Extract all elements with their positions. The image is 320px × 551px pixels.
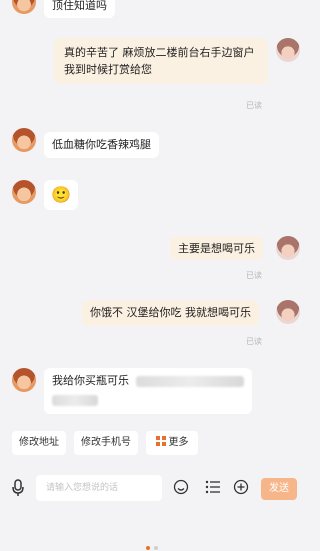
plus-circle-icon[interactable] [233, 479, 249, 495]
quick-reply-label: 修改地址 [19, 437, 59, 448]
quick-reply-label: 更多 [168, 437, 189, 448]
send-button[interactable]: 发送 [261, 478, 297, 500]
avatar[interactable] [12, 0, 36, 14]
message-bubble: 主要是想喝可乐 [170, 236, 263, 260]
list-icon[interactable] [205, 480, 221, 494]
chat-screen: 顶住知道吗 真的辛苦了 麻烦放二楼前台右手边窗户 我到时候打赏给您 已读 低血糖… [0, 0, 304, 551]
quick-reply-more[interactable]: 更多 [146, 431, 198, 455]
message-bubble: 你饿不 汉堡给你吃 我就想喝可乐 [82, 300, 259, 326]
avatar[interactable] [276, 236, 300, 260]
microphone-icon[interactable] [11, 479, 25, 497]
emoji-icon[interactable] [173, 479, 189, 495]
blurred-text [52, 395, 98, 406]
emoji-bubble: 🙂 [44, 180, 78, 210]
blurred-text [136, 376, 244, 387]
avatar[interactable] [276, 300, 300, 324]
read-receipt: 已读 [246, 271, 262, 280]
read-receipt: 已读 [246, 337, 262, 346]
message-bubble: 低血糖你吃香辣鸡腿 [44, 132, 159, 158]
message-bubble: 我给你买瓶可乐 [44, 368, 252, 414]
avatar[interactable] [276, 38, 300, 62]
quick-reply-edit-phone[interactable]: 修改手机号 [74, 431, 138, 455]
message-input[interactable]: 请输入您想说的话 [36, 475, 162, 501]
message-text: 我给你买瓶可乐 [52, 374, 129, 387]
avatar[interactable] [12, 180, 36, 204]
avatar[interactable] [12, 368, 36, 392]
page-indicator [154, 546, 158, 550]
message-list[interactable]: 顶住知道吗 真的辛苦了 麻烦放二楼前台右手边窗户 我到时候打赏给您 已读 低血糖… [0, 0, 304, 420]
quick-reply-label: 修改手机号 [81, 437, 131, 448]
message-bubble: 顶住知道吗 [44, 0, 115, 18]
input-bar: 请输入您想说的话 发送 [0, 470, 304, 506]
page-indicator-active [146, 546, 150, 550]
message-bubble: 真的辛苦了 麻烦放二楼前台右手边窗户 我到时候打赏给您 [54, 38, 268, 84]
read-receipt: 已读 [246, 101, 262, 110]
quick-reply-edit-address[interactable]: 修改地址 [12, 431, 66, 455]
grid-icon [155, 436, 166, 446]
avatar[interactable] [12, 128, 36, 152]
input-placeholder: 请输入您想说的话 [46, 483, 119, 493]
